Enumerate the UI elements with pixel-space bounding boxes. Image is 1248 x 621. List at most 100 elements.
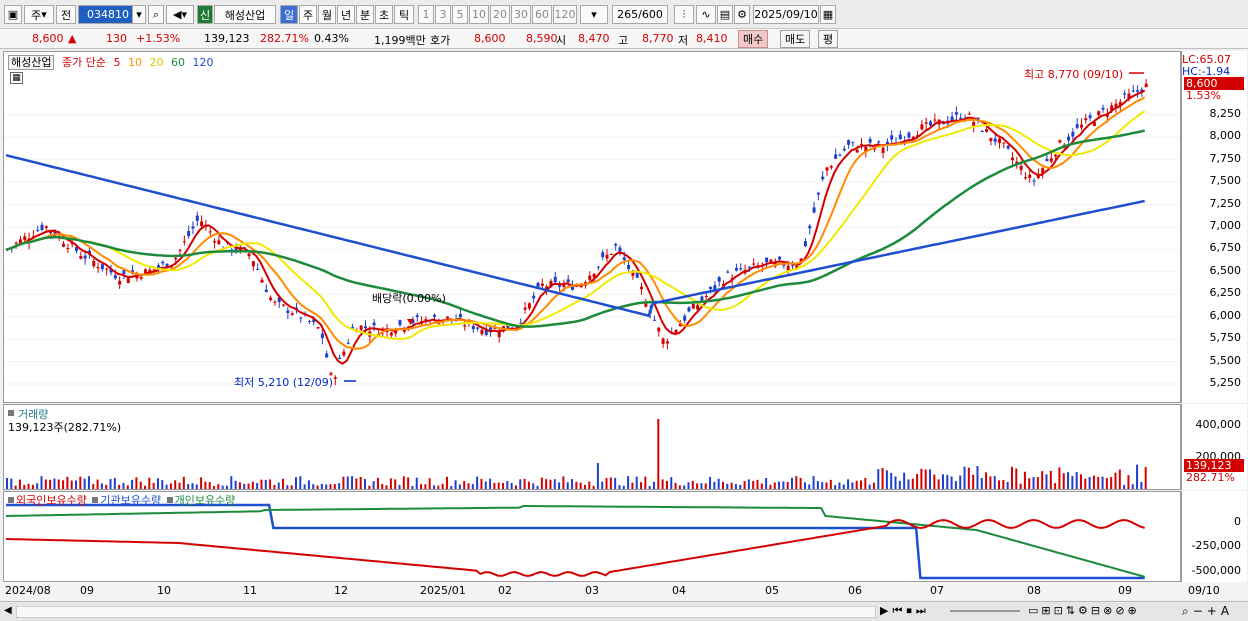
count-field[interactable]: 265/600 [612,5,668,24]
candle-body [1054,154,1058,157]
period-day[interactable]: 일 [280,5,298,24]
candle-body [1067,136,1071,141]
candle-body [842,148,846,151]
candle-body [480,329,484,335]
scrollbar-track[interactable] [16,606,876,618]
stock-tab[interactable]: 해성산업 [8,55,55,70]
candle-body [532,295,536,299]
gear-icon[interactable]: ⚙ [734,5,750,24]
legend-institution: 기관보유수량 [100,494,162,507]
chart-tools[interactable]: ▭⊞⊡⇅⚙⊟⊗⊘⊕ [1028,604,1140,617]
holdings-panel[interactable]: 외국인보유수량 기관보유수량 개인보유수량 [3,491,1181,582]
interval-dropdown[interactable]: ▾ [580,5,608,24]
interval-30[interactable]: 30 [511,5,531,24]
candle-body [174,257,178,260]
volume-bar [493,482,496,489]
volume-bar [941,474,944,489]
layout-icon[interactable]: ▣ [4,5,22,24]
code-dropdown-icon[interactable]: ▾ [132,5,146,24]
price-chart-panel[interactable]: 해성산업 종가 단순 5 10 20 60 120 ▦ 최고 8,770 (09… [3,51,1181,403]
ask-price: 8,600 [474,32,506,45]
volume-axis: 400,000 200,000 139,123 282.71% [1181,404,1247,490]
volume-panel[interactable]: 거래량 139,123주(282.71%) [3,404,1181,490]
save-icon[interactable]: ▤ [717,5,733,24]
candle-body [161,261,165,264]
ma-5-label: 5 [113,56,121,69]
interval-5[interactable]: 5 [452,5,468,24]
market-select[interactable]: 주 ▾ [24,5,54,24]
candle-body [803,241,807,247]
volume-icon[interactable]: ◀▾ [166,5,194,24]
volume-bar [251,481,254,489]
volume-bar [532,483,535,489]
grid-toggle-icon[interactable]: ▦ [10,72,23,84]
period-year[interactable]: 년 [337,5,355,24]
market-select-2[interactable]: 전 [56,5,76,24]
volume-bar [424,484,427,489]
volume-bar [372,481,375,489]
date-field[interactable]: 2025/09/10 [753,5,819,24]
interval-60[interactable]: 60 [532,5,552,24]
candle-body [1084,118,1088,121]
volume-bar [1105,478,1108,489]
candle-body [877,141,881,143]
buy-button[interactable]: 매수 [738,30,769,48]
candle-body [208,231,212,233]
volume-bar [765,477,768,489]
candle-body [23,236,27,241]
candle-body [156,265,160,268]
code-input[interactable]: 034810 [78,5,138,24]
vol-tick-400k: 400,000 [1195,418,1242,431]
volume-bar [631,482,634,489]
period-tick[interactable]: 틱 [394,5,414,24]
period-month[interactable]: 월 [318,5,336,24]
volume-bar [644,476,647,489]
hold-tick-250k: -250,000 [1191,539,1241,552]
volume-bar [44,479,47,489]
volume-bar [924,469,927,489]
volume-bar [903,472,906,489]
interval-120[interactable]: 120 [553,5,577,24]
zoom-controls[interactable]: ⌕−+A [1182,604,1233,619]
interval-1[interactable]: 1 [418,5,434,24]
volume-bar [877,469,880,489]
candle-body [829,166,833,168]
interval-3[interactable]: 3 [435,5,451,24]
calendar-icon[interactable]: ▦ [820,5,836,24]
period-week[interactable]: 주 [299,5,317,24]
volume-bar [985,472,988,489]
volume-bar [1023,471,1026,489]
volume-bar [864,477,867,489]
volume-bar [1144,467,1147,489]
eval-button[interactable]: 평 [818,30,839,48]
interval-10[interactable]: 10 [469,5,489,24]
zoom-slider[interactable] [950,610,1020,612]
sell-button[interactable]: 매도 [780,30,811,48]
volume-bar [812,476,815,489]
playback-controls[interactable]: ▶⏮⏹⏭ [880,604,930,618]
volume-bar [786,482,789,489]
candle-body [527,303,531,309]
volume-bar [221,485,224,489]
scroll-left-icon[interactable]: ◀ [4,605,12,616]
candle-type-icon[interactable]: ⫶ [674,5,694,24]
price-tick-label: 6,750 [1209,241,1242,255]
candle-body [825,167,829,171]
interval-20[interactable]: 20 [490,5,510,24]
volume-bar [782,481,785,489]
candle-body [342,351,346,356]
candle-body [907,132,911,138]
volume-bar [79,476,82,489]
period-second[interactable]: 초 [375,5,393,24]
candle-body [816,192,820,195]
indicator-icon[interactable]: ∿ [696,5,716,24]
period-minute[interactable]: 분 [356,5,374,24]
hold-tick-500k: -500,000 [1191,564,1241,577]
volume-bar [816,481,819,489]
candle-body [195,215,199,221]
volume-bar [126,485,129,489]
volume-bar [1127,475,1130,489]
volume-bar [238,482,241,489]
search-icon[interactable]: ⌕ [148,5,164,24]
ma-120-line [5,153,1145,318]
